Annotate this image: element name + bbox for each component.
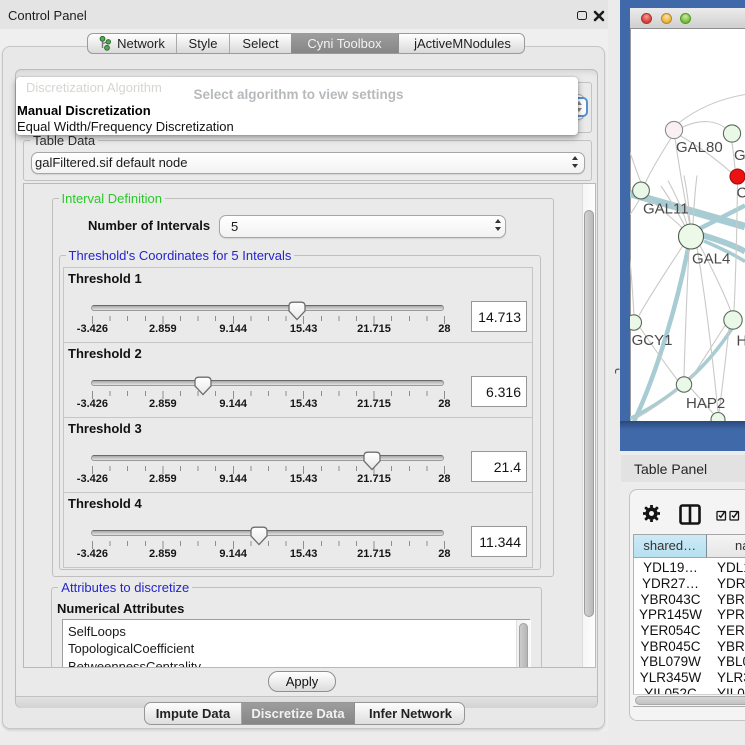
svg-text:GAL4: GAL4 xyxy=(692,250,730,267)
svg-text:GAL11: GAL11 xyxy=(643,200,689,217)
svg-text:HI: HI xyxy=(737,332,745,349)
svg-text:GAL80: GAL80 xyxy=(676,139,723,156)
svg-text:GA: GA xyxy=(734,147,745,164)
svg-text:GCY1: GCY1 xyxy=(632,332,673,349)
svg-text:CY: CY xyxy=(737,184,745,201)
svg-text:HAP2: HAP2 xyxy=(686,395,725,412)
